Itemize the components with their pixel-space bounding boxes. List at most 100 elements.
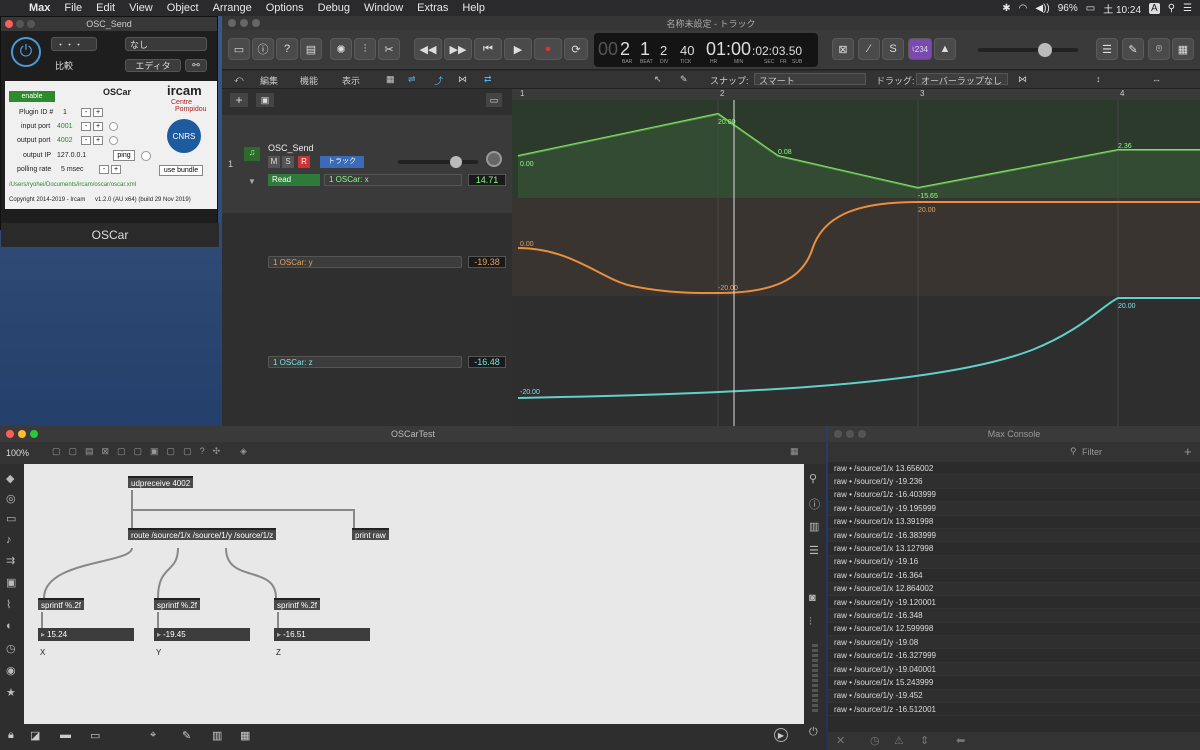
- use-bundle-button[interactable]: use bundle: [159, 165, 203, 176]
- console-row[interactable]: raw • /source/1/z -16.327999: [828, 649, 1200, 663]
- image-icon[interactable]: ▣: [6, 576, 16, 589]
- param-z-select[interactable]: 1 OSCar: z: [268, 356, 462, 368]
- grid-icon[interactable]: ▦: [386, 74, 395, 85]
- console-icon[interactable]: ☰: [809, 544, 819, 557]
- link-icon[interactable]: ⚯: [185, 59, 207, 72]
- patcher-canvas[interactable]: udpreceive 4002 route /source/1/x /sourc…: [24, 464, 804, 724]
- enable-button[interactable]: enable: [9, 91, 55, 102]
- console-row[interactable]: raw • /source/1/z -16.512001: [828, 703, 1200, 717]
- console-row[interactable]: raw • /source/1/x 15.243999: [828, 676, 1200, 690]
- replace-icon[interactable]: ⊠: [832, 38, 854, 60]
- menu-edit[interactable]: Edit: [89, 2, 122, 14]
- music-icon[interactable]: ♪: [6, 534, 12, 546]
- param-y-value[interactable]: -19.38: [468, 256, 506, 268]
- console-row[interactable]: raw • /source/1/z -16.348: [828, 609, 1200, 623]
- menu-window[interactable]: Window: [357, 2, 410, 14]
- play-button[interactable]: ▶: [504, 38, 532, 60]
- metronome-icon[interactable]: ▲: [934, 38, 956, 60]
- clock[interactable]: 土 10:24: [1103, 1, 1141, 16]
- count-in-button[interactable]: ♮234: [908, 38, 932, 60]
- automation-icon[interactable]: ⇌: [408, 74, 416, 85]
- input-port-increment[interactable]: +: [93, 122, 103, 131]
- bluetooth-icon[interactable]: ✱: [1002, 3, 1010, 14]
- help-icon[interactable]: ?: [276, 38, 298, 60]
- sprintf-y-object[interactable]: sprintf %.2f: [154, 598, 201, 610]
- dsp-icon[interactable]: ⇉: [6, 554, 15, 567]
- console-row[interactable]: raw • /source/1/x 12.599998: [828, 623, 1200, 637]
- add-track-button[interactable]: +: [230, 93, 248, 107]
- number-z[interactable]: ▸ -16.51: [274, 628, 370, 641]
- lcd-display[interactable]: 00 2 1 2 40 01:00 :02:03.50 BAR BEAT DIV…: [594, 33, 818, 67]
- lock-icon[interactable]: 🔒︎: [8, 729, 14, 742]
- tuner-icon[interactable]: ⁄: [858, 38, 880, 60]
- route-object[interactable]: route /source/1/x /source/1/y /source/1/…: [128, 528, 277, 540]
- wifi-icon[interactable]: ◠: [1019, 3, 1028, 14]
- disclosure-triangle-icon[interactable]: ▼: [248, 177, 256, 186]
- grid-icon[interactable]: ▦: [240, 729, 250, 742]
- waveform-zoom-icon[interactable]: ⋈: [1018, 74, 1027, 85]
- history-icon[interactable]: ◷: [870, 734, 880, 747]
- presentation-icon[interactable]: ◪: [30, 729, 40, 742]
- menu-max[interactable]: Max: [22, 2, 57, 14]
- editor-button[interactable]: エディタ: [125, 59, 181, 72]
- toolbar-icon[interactable]: ▤: [300, 38, 322, 60]
- instrument-icon[interactable]: ♫: [244, 147, 260, 161]
- info-icon[interactable]: ◉: [6, 664, 16, 677]
- snap-select[interactable]: スマート: [754, 73, 866, 86]
- console-row[interactable]: raw • /source/1/y -19.236: [828, 475, 1200, 489]
- toolbar-icons[interactable]: ▢▢▤⊠▢▢▣▢▢?✣: [52, 446, 228, 457]
- print-object[interactable]: print raw: [352, 528, 389, 540]
- pan-knob[interactable]: [486, 151, 502, 167]
- object-palette-icon[interactable]: ◆: [6, 472, 14, 485]
- console-row[interactable]: raw • /source/1/y -19.040001: [828, 662, 1200, 677]
- catch-icon[interactable]: ⋈: [458, 74, 467, 85]
- zoom-icon[interactable]: [27, 20, 35, 28]
- snapshot-icon[interactable]: ◙: [809, 592, 816, 604]
- function-menu[interactable]: 機能: [300, 74, 318, 87]
- menu-extras[interactable]: Extras: [410, 2, 455, 14]
- drag-select[interactable]: オーバーラップなし: [916, 73, 1008, 86]
- global-tracks-icon[interactable]: ▭: [486, 93, 502, 107]
- forward-button[interactable]: ▶▶: [444, 38, 472, 60]
- master-volume-knob[interactable]: [1038, 43, 1052, 57]
- browser-icon[interactable]: ▦: [1172, 38, 1194, 60]
- plugin-id-increment[interactable]: +: [93, 108, 103, 117]
- polling-rate-increment[interactable]: +: [111, 165, 121, 174]
- track-volume-slider[interactable]: [398, 156, 478, 168]
- track-options-icon[interactable]: ▣: [256, 93, 274, 107]
- clear-icon[interactable]: ✕: [836, 734, 845, 747]
- search-icon[interactable]: ⚲: [809, 472, 817, 485]
- close-icon[interactable]: [228, 19, 236, 27]
- sprintf-z-object[interactable]: sprintf %.2f: [274, 598, 321, 610]
- record-enable-button[interactable]: R: [298, 156, 310, 168]
- mixer-icon[interactable]: ⫶: [809, 616, 812, 629]
- setting-select[interactable]: なし: [125, 37, 207, 51]
- grid-toggle-icon[interactable]: ▦: [790, 446, 799, 457]
- sort-icon[interactable]: ⇕: [920, 734, 929, 747]
- polling-rate-decrement[interactable]: -: [99, 165, 109, 174]
- battery-icon[interactable]: ▭: [1086, 3, 1095, 14]
- volume-icon[interactable]: ◀)): [1035, 3, 1049, 14]
- output-port-decrement[interactable]: -: [81, 136, 91, 145]
- console-row[interactable]: raw • /source/1/x 13.127998: [828, 542, 1200, 556]
- number-x[interactable]: ▸ 15.24: [38, 628, 134, 641]
- record-button[interactable]: ●: [534, 38, 562, 60]
- minimize-icon[interactable]: [846, 430, 854, 438]
- filter-input[interactable]: Filter: [1082, 447, 1102, 457]
- back-arrow-icon[interactable]: ⬅: [956, 734, 965, 747]
- minimize-icon[interactable]: [240, 19, 248, 27]
- menu-view[interactable]: View: [122, 2, 160, 14]
- console-row[interactable]: raw • /source/1/y -19.452: [828, 689, 1200, 704]
- timeline-ruler[interactable]: 1 2 3 4: [512, 89, 1200, 100]
- close-icon[interactable]: [6, 430, 14, 438]
- view-menu[interactable]: 表示: [342, 74, 360, 87]
- reference-icon[interactable]: ▥: [809, 520, 819, 533]
- param-z-value[interactable]: -16.48: [468, 356, 506, 368]
- input-port-decrement[interactable]: -: [81, 122, 91, 131]
- preset-select[interactable]: ・・・: [51, 37, 97, 51]
- console-row[interactable]: raw • /source/1/x 13.391998: [828, 516, 1200, 529]
- mixer-icon[interactable]: ⫶: [354, 38, 376, 60]
- automation-lanes[interactable]: 0.00 20.00 0.08 -15.65 2.36 0.00 -20.00 …: [512, 100, 1200, 426]
- inspector-icon[interactable]: ⓘ: [252, 38, 274, 60]
- console-row[interactable]: raw • /source/1/z -16.403999: [828, 489, 1200, 503]
